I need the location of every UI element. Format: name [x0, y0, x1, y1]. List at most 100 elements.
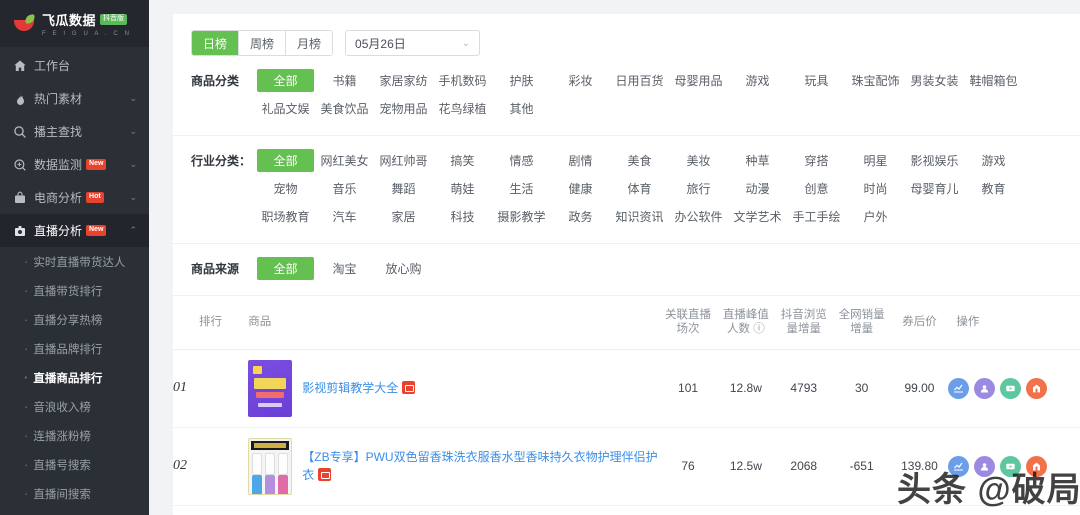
filter-option[interactable]: 生活 — [493, 177, 550, 200]
filter-option[interactable]: 时尚 — [847, 177, 904, 200]
date-select[interactable]: 05月26日 ⌄ — [345, 30, 481, 56]
filter-option[interactable]: 户外 — [847, 205, 904, 228]
filter-option[interactable]: 剧情 — [552, 149, 609, 172]
tab-monthly-rank[interactable]: 月榜 — [286, 31, 333, 55]
person-icon[interactable] — [974, 455, 996, 477]
sidebar-item-hot-material[interactable]: 热门素材 ⌄ — [0, 82, 149, 115]
filter-option-all[interactable]: 全部 — [257, 69, 314, 92]
product-title-link[interactable]: 【ZB专享】PWU双色留香珠洗衣服香水型香味持久衣物护理伴侣护衣 — [302, 450, 657, 483]
filter-option[interactable]: 网红美女 — [316, 149, 373, 172]
trend-chart-icon[interactable] — [948, 377, 970, 399]
sidebar-subitem-live-share-hot[interactable]: 直播分享热榜 — [0, 305, 149, 334]
filter-option[interactable]: 宠物 — [257, 177, 314, 200]
filter-option[interactable]: 家居家纺 — [375, 69, 432, 92]
filter-option[interactable]: 音乐 — [316, 177, 373, 200]
filter-option[interactable]: 花鸟绿植 — [434, 97, 491, 120]
sidebar-subitem-live-brand-rank[interactable]: 直播品牌排行 — [0, 334, 149, 363]
sidebar-item-brand-promotion[interactable]: 品牌推广 ⌄ — [0, 508, 149, 515]
filter-option[interactable]: 摄影教学 — [493, 205, 550, 228]
filter-option[interactable]: 汽车 — [316, 205, 373, 228]
sidebar-subitem-live-room-search[interactable]: 直播间搜索 — [0, 479, 149, 508]
filter-option[interactable]: 办公软件 — [670, 205, 727, 228]
new-badge: New — [86, 159, 107, 170]
table-row: 01 影视剪辑教学大全 101 12.8w 4793 30 99.00 — [173, 349, 1080, 428]
filter-option-all[interactable]: 全部 — [257, 257, 314, 280]
filter-option[interactable]: 健康 — [552, 177, 609, 200]
filter-option[interactable]: 影视娱乐 — [906, 149, 963, 172]
filter-option[interactable]: 珠宝配饰 — [847, 69, 904, 92]
filter-option[interactable]: 家居 — [375, 205, 432, 228]
col-views-line2: 量增量 — [786, 323, 822, 336]
sidebar-subitem-sound-wave-income[interactable]: 音浪收入榜 — [0, 392, 149, 421]
sidebar-item-live-analysis[interactable]: 直播分析 New ⌃ — [0, 214, 149, 247]
sidebar-item-anchor-search[interactable]: 播主查找 ⌄ — [0, 115, 149, 148]
filter-option[interactable]: 体育 — [611, 177, 668, 200]
filter-option[interactable]: 搞笑 — [434, 149, 491, 172]
filter-option[interactable]: 书籍 — [316, 69, 373, 92]
filter-option[interactable]: 教育 — [965, 177, 1022, 200]
sidebar-item-ecommerce-analysis[interactable]: 电商分析 Hot ⌄ — [0, 181, 149, 214]
filter-option[interactable]: 手机数码 — [434, 69, 491, 92]
filter-label: 商品分类 — [191, 74, 240, 88]
filter-option-all[interactable]: 全部 — [257, 149, 314, 172]
filter-option[interactable]: 美食 — [611, 149, 668, 172]
filter-option[interactable]: 舞蹈 — [375, 177, 432, 200]
filter-option[interactable]: 穿搭 — [788, 149, 845, 172]
video-play-icon[interactable] — [1000, 377, 1022, 399]
filter-option-taobao[interactable]: 淘宝 — [316, 257, 373, 280]
shop-icon[interactable] — [1026, 455, 1048, 477]
sidebar-sublabel: 实时直播带货达人 — [33, 256, 126, 269]
filter-option[interactable]: 网红帅哥 — [375, 149, 432, 172]
sidebar-subitem-fans-growth-rank[interactable]: 连播涨粉榜 — [0, 421, 149, 450]
sidebar-subitem-live-product-rank[interactable]: 直播商品排行 — [0, 363, 149, 392]
product-thumbnail[interactable] — [248, 359, 293, 417]
filter-option[interactable]: 创意 — [788, 177, 845, 200]
product-text: 影视剪辑教学大全 — [302, 379, 416, 398]
filter-option[interactable]: 明星 — [847, 149, 904, 172]
filter-option[interactable]: 宠物用品 — [375, 97, 432, 120]
video-play-icon[interactable] — [1000, 455, 1022, 477]
sidebar-subitem-live-account-search[interactable]: 直播号搜索 — [0, 450, 149, 479]
product-title-link[interactable]: 影视剪辑教学大全 — [302, 381, 398, 395]
filter-option[interactable]: 科技 — [434, 205, 491, 228]
filter-option[interactable]: 男装女装 — [906, 69, 963, 92]
filter-option[interactable]: 礼品文娱 — [257, 97, 314, 120]
filter-option[interactable]: 美食饮品 — [316, 97, 373, 120]
col-peak-line2[interactable]: 人数 ⓘ — [717, 322, 775, 336]
product-thumbnail[interactable] — [248, 437, 293, 495]
filter-option[interactable]: 游戏 — [729, 69, 786, 92]
filter-option[interactable]: 手工手绘 — [788, 205, 845, 228]
sidebar-item-data-monitor[interactable]: 数据监测 New ⌄ — [0, 148, 149, 181]
filter-option[interactable]: 玩具 — [788, 69, 845, 92]
filter-option[interactable]: 旅行 — [670, 177, 727, 200]
tab-daily-rank[interactable]: 日榜 — [192, 31, 240, 55]
person-icon[interactable] — [974, 377, 996, 399]
filter-option[interactable]: 护肤 — [493, 69, 550, 92]
filter-option[interactable]: 美妆 — [670, 149, 727, 172]
filter-option-fangxingou[interactable]: 放心购 — [375, 257, 432, 280]
filter-option[interactable]: 母婴育儿 — [906, 177, 963, 200]
filter-option[interactable]: 情感 — [493, 149, 550, 172]
sidebar-item-workbench[interactable]: 工作台 — [0, 49, 149, 82]
filter-option[interactable]: 母婴用品 — [670, 69, 727, 92]
tab-weekly-rank[interactable]: 周榜 — [239, 31, 287, 55]
filter-option[interactable]: 日用百货 — [611, 69, 668, 92]
filter-option[interactable]: 其他 — [493, 97, 550, 120]
shop-icon[interactable] — [1026, 377, 1048, 399]
filter-option[interactable]: 鞋帽箱包 — [965, 69, 1022, 92]
sidebar-subitem-realtime-live-influencer[interactable]: 实时直播带货达人 — [0, 247, 149, 276]
sidebar: 飞瓜数据 抖音版 F E I G U A . C N 工作台 热门素材 ⌄ 播主… — [0, 0, 149, 515]
filter-option[interactable]: 政务 — [552, 205, 609, 228]
filter-option[interactable]: 萌娃 — [434, 177, 491, 200]
filter-option[interactable]: 游戏 — [965, 149, 1022, 172]
logo[interactable]: 飞瓜数据 抖音版 F E I G U A . C N — [0, 0, 149, 47]
trend-chart-icon[interactable] — [948, 455, 970, 477]
filter-option[interactable]: 种草 — [729, 149, 786, 172]
filter-option[interactable]: 动漫 — [729, 177, 786, 200]
filter-option[interactable]: 彩妆 — [552, 69, 609, 92]
sidebar-label: 电商分析 — [34, 191, 83, 205]
filter-option[interactable]: 职场教育 — [257, 205, 314, 228]
filter-option[interactable]: 文学艺术 — [729, 205, 786, 228]
sidebar-subitem-live-sales-rank[interactable]: 直播带货排行 — [0, 276, 149, 305]
filter-option[interactable]: 知识资讯 — [611, 205, 668, 228]
